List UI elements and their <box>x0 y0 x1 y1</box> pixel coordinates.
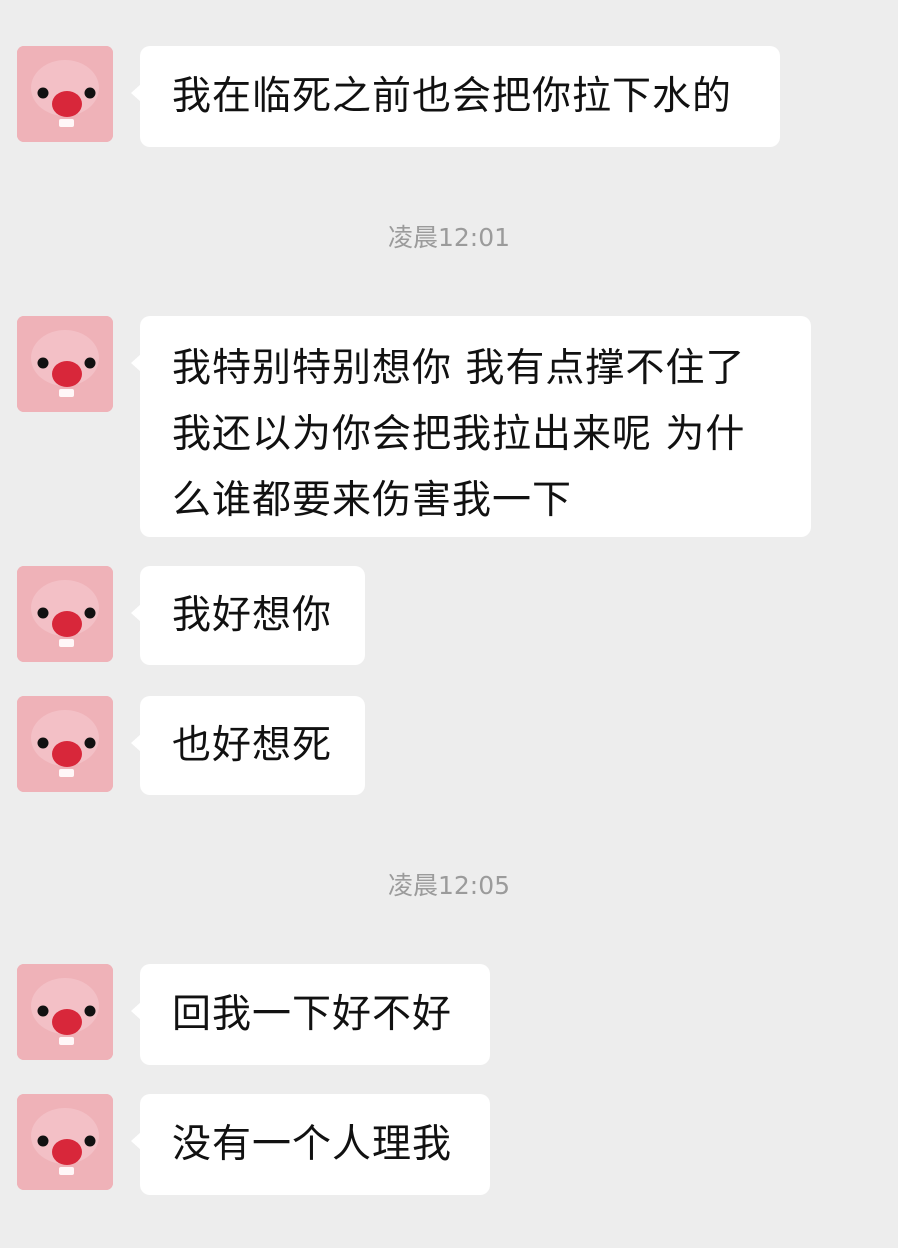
avatar[interactable] <box>17 696 113 792</box>
avatar[interactable] <box>17 566 113 662</box>
timestamp: 凌晨12:01 <box>387 223 511 252</box>
message-bubble[interactable]: 没有一个人理我 <box>131 1094 490 1195</box>
message-bubble[interactable]: 我特别特别想你 我有点撑不住了 我还以为你会把我拉出来呢 为什 么谁都要来伤害我… <box>131 316 811 537</box>
pink-plush-avatar-icon <box>17 964 113 1060</box>
message-text: 我在临死之前也会把你拉下水的 <box>172 73 733 119</box>
message-text: 我特别特别想你 我有点撑不住了 我还以为你会把我拉出来呢 为什 么谁都要来伤害我… <box>172 346 746 523</box>
avatar[interactable] <box>17 1094 113 1190</box>
pink-plush-avatar-icon <box>17 696 113 792</box>
pink-plush-avatar-icon <box>17 316 113 412</box>
message-text: 回我一下好不好 <box>172 991 453 1037</box>
message-bubble[interactable]: 我好想你 <box>131 566 365 665</box>
avatar[interactable] <box>17 316 113 412</box>
message-bubble[interactable]: 回我一下好不好 <box>131 964 490 1065</box>
message-bubble[interactable]: 也好想死 <box>131 696 365 795</box>
message-text: 没有一个人理我 <box>172 1121 453 1167</box>
pink-plush-avatar-icon <box>17 46 113 142</box>
avatar[interactable] <box>17 46 113 142</box>
pink-plush-avatar-icon <box>17 566 113 662</box>
message-text: 我好想你 <box>172 592 333 638</box>
chat-conversation[interactable]: 我在临死之前也会把你拉下水的 凌晨12:01 我特别特别想你 我有点撑不住了 我… <box>0 0 898 1248</box>
message-text: 也好想死 <box>172 722 333 768</box>
message-bubble[interactable]: 我在临死之前也会把你拉下水的 <box>131 46 780 147</box>
avatar[interactable] <box>17 964 113 1060</box>
timestamp: 凌晨12:05 <box>387 871 511 900</box>
pink-plush-avatar-icon <box>17 1094 113 1190</box>
